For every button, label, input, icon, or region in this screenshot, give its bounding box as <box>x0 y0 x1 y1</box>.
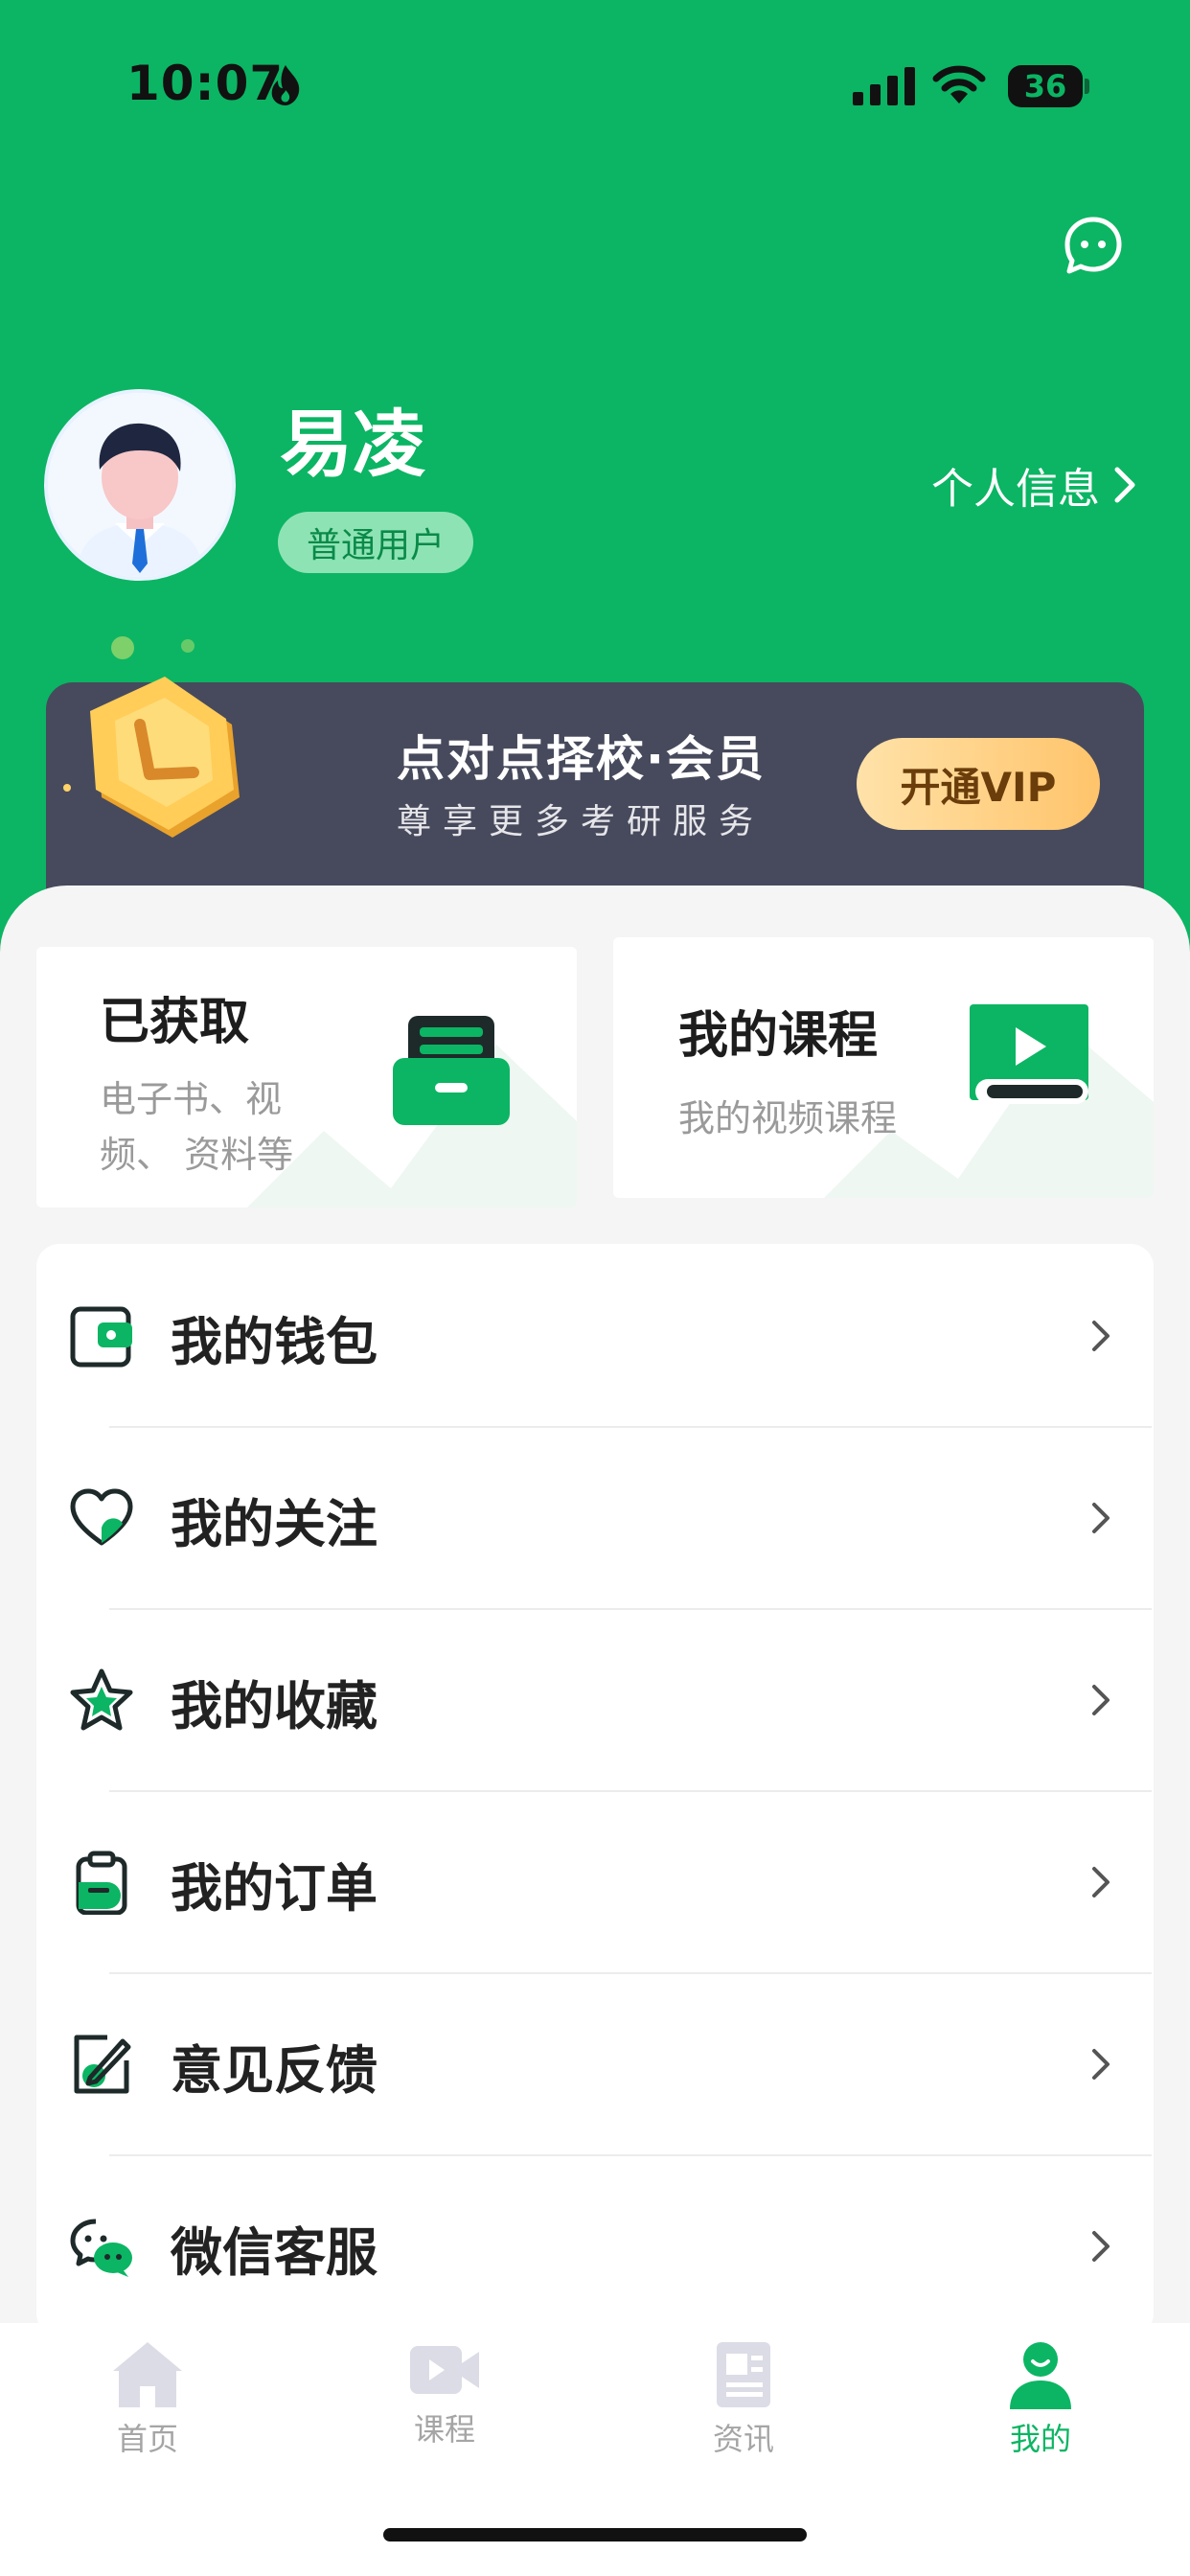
profile-info-link[interactable]: 个人信息 <box>931 454 1136 516</box>
status-time: 10:07 <box>126 56 285 111</box>
my-courses-subtitle: 我的视频课程 <box>678 1097 898 1139</box>
home-indicator[interactable] <box>383 2528 807 2542</box>
vip-title: 点对点择校·会员 <box>397 731 766 787</box>
profile-link-label: 个人信息 <box>931 465 1100 514</box>
acquired-subtitle-line2: 频、 资料等 <box>100 1134 294 1176</box>
chevron-right-icon <box>1114 467 1135 503</box>
acquired-card[interactable]: 已获取 电子书、视 频、 资料等 <box>36 947 577 1208</box>
flame-icon <box>271 65 300 105</box>
user-avatar-icon <box>48 393 232 577</box>
chevron-right-icon <box>1092 1321 1110 1351</box>
tab-home[interactable]: 首页 <box>52 2338 243 2459</box>
menu-label: 我的收藏 <box>171 1676 378 1736</box>
open-vip-button[interactable]: 开通VIP <box>857 738 1100 830</box>
video-course-icon <box>970 1004 1088 1104</box>
menu-label: 我的钱包 <box>171 1312 378 1372</box>
video-icon <box>410 2346 479 2394</box>
my-courses-card[interactable]: 我的课程 我的视频课程 <box>613 937 1154 1198</box>
menu-label: 我的关注 <box>171 1494 378 1554</box>
tab-label: 资讯 <box>712 2421 774 2457</box>
vip-gem-icon <box>63 636 240 838</box>
news-icon <box>717 2342 770 2407</box>
avatar[interactable] <box>44 389 236 581</box>
menu-item-wechat-service[interactable]: 微信客服 <box>36 2154 1117 2336</box>
chevron-right-icon <box>1092 1503 1110 1533</box>
star-icon <box>70 1668 133 1731</box>
tab-label: 我的 <box>1009 2421 1071 2457</box>
profile-icon <box>1010 2342 1071 2409</box>
battery-tip <box>1085 79 1089 94</box>
tab-label: 首页 <box>116 2421 178 2457</box>
tab-label: 课程 <box>413 2411 475 2448</box>
menu-item-following[interactable]: 我的关注 <box>36 1426 1117 1608</box>
chevron-right-icon <box>1092 2049 1110 2080</box>
battery-indicator: 36 <box>1008 65 1083 107</box>
archive-box-icon <box>393 1016 510 1125</box>
tab-courses[interactable]: 课程 <box>349 2338 540 2450</box>
menu-item-feedback[interactable]: 意见反馈 <box>36 1972 1117 2154</box>
heart-icon <box>70 1488 133 1546</box>
chat-bubble-icon[interactable] <box>1062 215 1125 278</box>
menu-item-orders[interactable]: 我的订单 <box>36 1790 1117 1972</box>
menu-item-wallet[interactable]: 我的钱包 <box>36 1244 1117 1426</box>
clipboard-icon <box>76 1851 127 1915</box>
menu-label: 意见反馈 <box>171 2040 378 2101</box>
tab-mine[interactable]: 我的 <box>945 2338 1136 2459</box>
chevron-right-icon <box>1092 2231 1110 2262</box>
edit-icon <box>74 2035 131 2094</box>
vip-subtitle: 尊享更多考研服务 <box>397 802 766 841</box>
tab-news[interactable]: 资讯 <box>648 2338 839 2459</box>
user-name: 易凌 <box>280 402 425 487</box>
wallet-icon <box>70 1306 132 1368</box>
home-icon <box>113 2342 182 2407</box>
chevron-right-icon <box>1092 1867 1110 1898</box>
acquired-subtitle-line1: 电子书、视 <box>100 1078 283 1120</box>
acquired-title: 已获取 <box>100 994 250 1051</box>
wifi-icon <box>932 65 986 104</box>
menu-list: 我的钱包 我的关注 我的收藏 我的订单 意见反馈 微信客服 <box>36 1244 1154 2336</box>
menu-label: 我的订单 <box>171 1858 378 1919</box>
wechat-icon <box>70 2219 132 2277</box>
menu-label: 微信客服 <box>171 2222 378 2283</box>
my-courses-title: 我的课程 <box>678 1007 879 1065</box>
menu-item-favorites[interactable]: 我的收藏 <box>36 1608 1117 1790</box>
user-level-badge: 普通用户 <box>278 512 473 573</box>
signal-icon <box>853 67 915 105</box>
chevron-right-icon <box>1092 1685 1110 1715</box>
